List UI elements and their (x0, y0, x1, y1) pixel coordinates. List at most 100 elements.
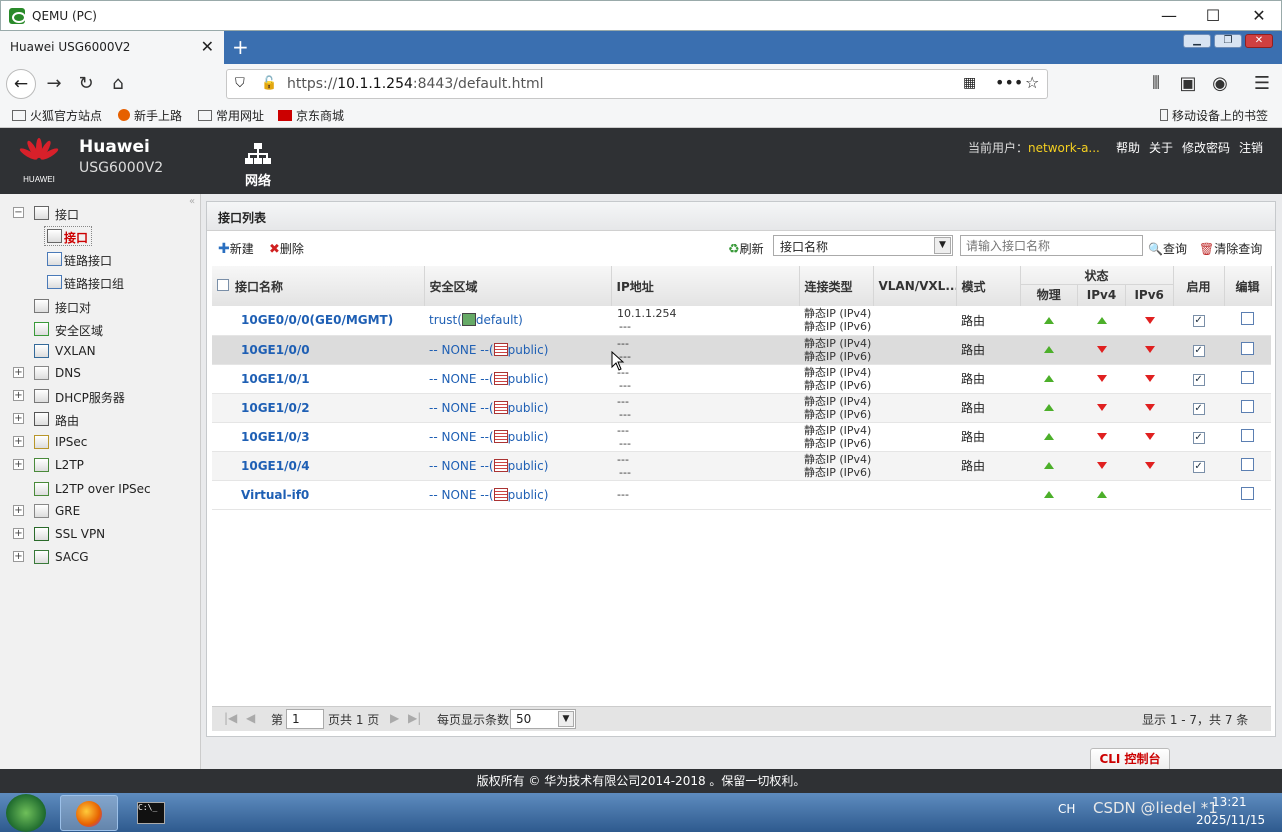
inner-close-button[interactable]: ✕ (1245, 34, 1273, 48)
zone-link[interactable]: -- NONE --( (429, 459, 494, 473)
table-row[interactable]: 10GE1/0/2 -- NONE --(public) --- --- 静态IP (I… (212, 393, 1272, 423)
edit-icon[interactable] (1241, 370, 1255, 384)
vsys-link[interactable]: public) (508, 430, 549, 444)
sidebar-item[interactable]: 链路接口 (0, 249, 200, 271)
library-icon[interactable]: ⫴ (1142, 73, 1170, 97)
col-ip[interactable]: IP地址 (611, 266, 800, 306)
enable-checkbox[interactable]: ✓ (1192, 431, 1205, 444)
reload-button[interactable]: ↻ (72, 73, 100, 97)
help-link[interactable]: 帮助 (1116, 139, 1140, 156)
enable-checkbox[interactable]: ✓ (1192, 315, 1205, 328)
sidebar-item[interactable]: + DHCP服务器 (0, 386, 200, 408)
table-row[interactable]: Virtual-if0 -- NONE --(public) --- (212, 480, 1272, 510)
maximize-button[interactable]: ☐ (1193, 5, 1233, 27)
input-language[interactable]: CH (1058, 802, 1075, 816)
home-button[interactable]: ⌂ (104, 73, 132, 97)
vsys-link[interactable]: public) (508, 343, 549, 357)
zone-link[interactable]: trust( (429, 313, 462, 327)
table-row[interactable]: 10GE1/0/0 -- NONE --(public) --- --- 静态IP (I… (212, 335, 1272, 365)
network-nav[interactable]: 网络 (240, 143, 276, 189)
table-row[interactable]: 10GE1/0/4 -- NONE --(public) --- --- 静态IP (I… (212, 451, 1272, 481)
vsys-link[interactable]: public) (508, 488, 549, 502)
about-link[interactable]: 关于 (1149, 139, 1173, 156)
sidebar-item[interactable]: 安全区域 (0, 319, 200, 341)
bookmark-star-icon[interactable]: ☆ (1025, 73, 1039, 92)
taskbar-terminal[interactable]: C:\_ (122, 795, 180, 831)
zone-link[interactable]: -- NONE --( (429, 343, 494, 357)
logout-link[interactable]: 注销 (1239, 139, 1263, 156)
edit-icon[interactable] (1241, 399, 1255, 413)
sidebar-toggle-icon[interactable]: ▣ (1174, 73, 1202, 97)
vsys-link[interactable]: public) (508, 401, 549, 415)
table-row[interactable]: 10GE1/0/3 -- NONE --(public) --- --- 静态IP (I… (212, 422, 1272, 452)
page-input[interactable]: 1 (286, 709, 324, 729)
interface-link[interactable]: 10GE1/0/4 (241, 459, 310, 473)
account-icon[interactable]: ◉ (1206, 73, 1234, 97)
sidebar-item[interactable]: + IPSec (0, 432, 200, 454)
sidebar-item[interactable]: + 路由 (0, 409, 200, 431)
prev-page-icon[interactable]: ◀ (246, 711, 255, 725)
expand-icon[interactable]: + (13, 459, 24, 470)
col-vlan[interactable]: VLAN/VXL... (873, 266, 957, 306)
query-button[interactable]: 🔍查询 (1148, 240, 1187, 257)
sidebar-item[interactable]: − 接口 (0, 203, 200, 225)
expand-icon[interactable]: + (13, 551, 24, 562)
bookmark-item[interactable]: 京东商城 (278, 107, 344, 124)
sidebar-item[interactable]: 接口对 (0, 296, 200, 318)
collapse-icon[interactable]: − (13, 207, 24, 218)
clock-time[interactable]: 13:21 (1212, 795, 1247, 809)
menu-icon[interactable]: ☰ (1248, 73, 1276, 97)
vsys-link[interactable]: public) (508, 459, 549, 473)
col-mode[interactable]: 模式 (956, 266, 1021, 306)
sidebar-item[interactable]: L2TP over IPSec (0, 479, 200, 501)
inner-restore-button[interactable]: ❐ (1214, 34, 1242, 48)
zone-link[interactable]: -- NONE --( (429, 488, 494, 502)
select-all-checkbox[interactable] (217, 278, 229, 291)
search-input[interactable] (960, 235, 1143, 256)
zone-link[interactable]: -- NONE --( (429, 401, 494, 415)
sidebar-item[interactable]: + L2TP (0, 455, 200, 477)
sidebar-item[interactable]: + GRE (0, 501, 200, 523)
mobile-bookmarks[interactable]: 移动设备上的书签 (1160, 107, 1268, 124)
refresh-button[interactable]: ♻刷新 (728, 240, 764, 257)
sidebar-item[interactable]: VXLAN (0, 341, 200, 363)
expand-icon[interactable]: + (13, 505, 24, 516)
vsys-link[interactable]: public) (508, 372, 549, 386)
enable-checkbox[interactable]: ✓ (1192, 402, 1205, 415)
new-button[interactable]: ✚新建 (218, 240, 254, 257)
more-actions-icon[interactable]: ••• (995, 73, 1023, 92)
close-window-button[interactable]: ✕ (1239, 5, 1279, 27)
edit-icon[interactable] (1241, 428, 1255, 442)
sidebar-item[interactable]: + DNS (0, 363, 200, 385)
interface-link[interactable]: 10GE0/0/0(GE0/MGMT) (241, 313, 393, 327)
last-page-icon[interactable]: ▶| (408, 711, 421, 725)
taskbar-firefox[interactable] (60, 795, 118, 831)
vsys-link[interactable]: default) (476, 313, 523, 327)
interface-link[interactable]: Virtual-if0 (241, 488, 309, 502)
table-row[interactable]: 10GE1/0/1 -- NONE --(public) --- --- 静态IP (I… (212, 364, 1272, 394)
bookmark-item[interactable]: 新手上路 (118, 107, 182, 124)
tab-close-icon[interactable]: ✕ (201, 37, 214, 56)
clock-date[interactable]: 2025/11/15 (1196, 813, 1265, 827)
col-name[interactable]: 接口名称 (212, 266, 425, 306)
forward-button[interactable]: → (40, 73, 68, 97)
filter-select[interactable]: 接口名称 ▼ (773, 235, 953, 256)
new-tab-icon[interactable]: + (232, 35, 249, 59)
browser-tab[interactable]: Huawei USG6000V2 ✕ (0, 31, 224, 64)
inner-minimize-button[interactable]: ▁ (1183, 34, 1211, 48)
edit-icon[interactable] (1241, 312, 1255, 326)
table-row[interactable]: 10GE0/0/0(GE0/MGMT) trust(default) 10.1.1.… (212, 306, 1272, 336)
expand-icon[interactable]: + (13, 528, 24, 539)
interface-link[interactable]: 10GE1/0/0 (241, 343, 310, 357)
cli-console-button[interactable]: CLI 控制台 (1090, 748, 1170, 770)
per-page-select[interactable]: 50 ▼ (510, 709, 576, 729)
interface-link[interactable]: 10GE1/0/1 (241, 372, 310, 386)
expand-icon[interactable]: + (13, 390, 24, 401)
url-bar[interactable]: ⛉ 🔓 https://10.1.1.254:8443/default.html… (226, 69, 1048, 99)
bookmark-item[interactable]: 常用网址 (198, 107, 264, 124)
edit-icon[interactable] (1241, 486, 1255, 500)
delete-button[interactable]: ✖删除 (269, 240, 304, 257)
change-password-link[interactable]: 修改密码 (1182, 139, 1230, 156)
enable-checkbox[interactable]: ✓ (1192, 344, 1205, 357)
col-zone[interactable]: 安全区域 (424, 266, 612, 306)
